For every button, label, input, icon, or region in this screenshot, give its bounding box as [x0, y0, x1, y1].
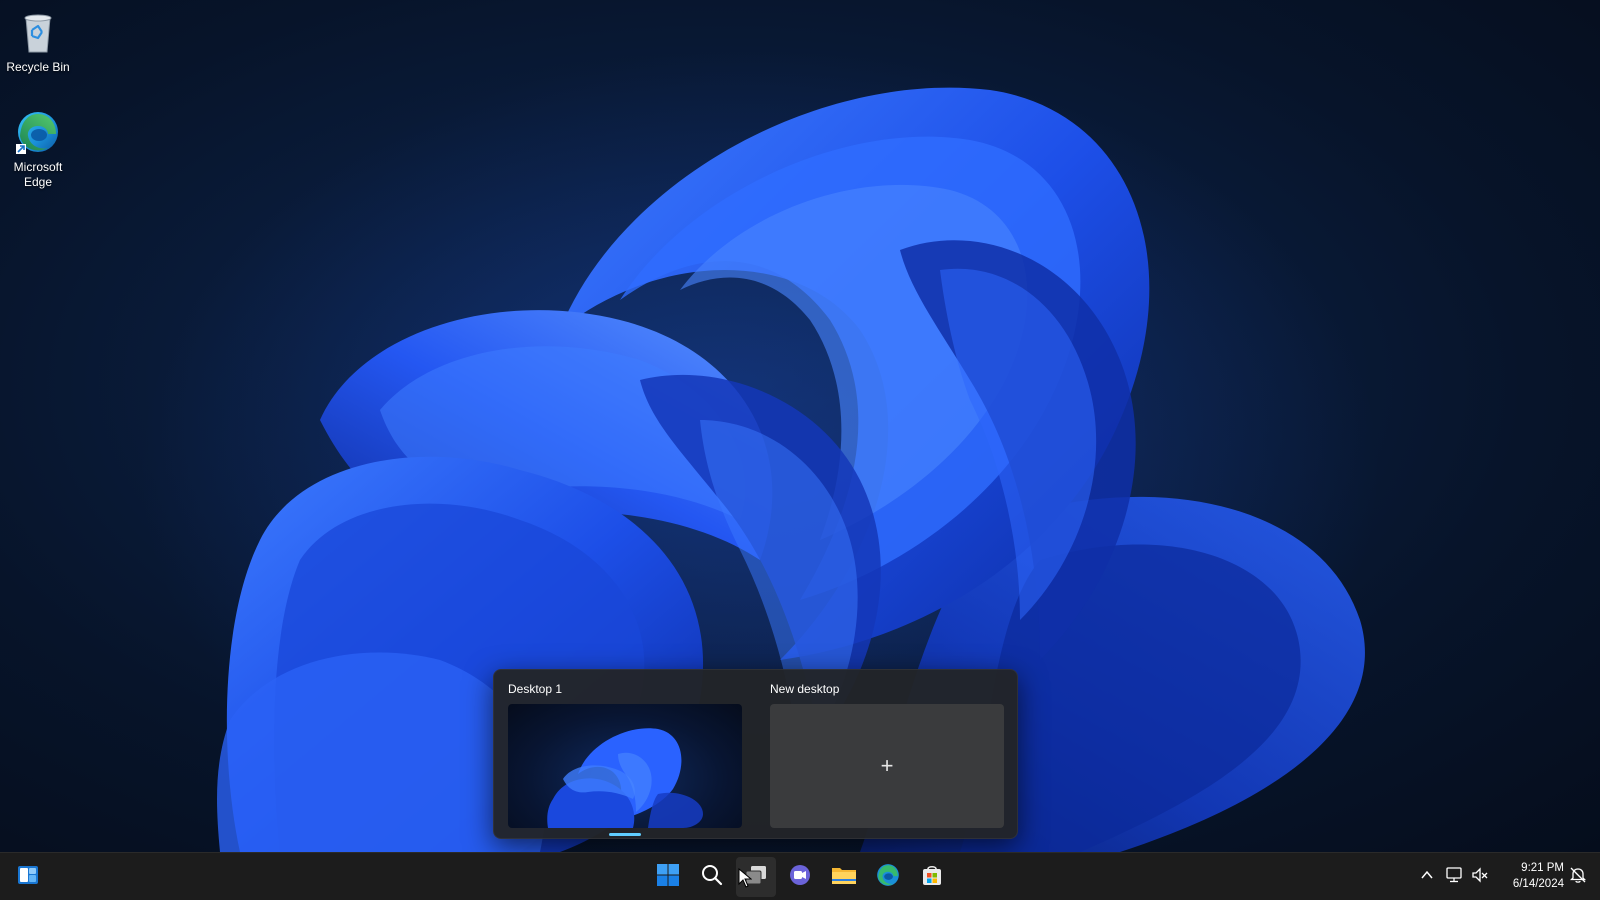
widgets-icon	[16, 863, 40, 892]
network-icon	[1445, 866, 1463, 889]
chevron-up-icon	[1420, 868, 1434, 887]
desktop-icon-label: Microsoft Edge	[13, 160, 63, 189]
virtual-desktops-flyout: Desktop 1 New desktop +	[493, 669, 1018, 839]
search-button[interactable]	[692, 857, 732, 897]
search-icon	[700, 863, 724, 892]
microsoft-store-button[interactable]	[912, 857, 952, 897]
mouse-cursor	[738, 868, 752, 888]
desktop-icon-microsoft-edge[interactable]: Microsoft Edge	[0, 108, 76, 190]
taskbar-clock[interactable]: 9:21 PM 6/14/2024	[1496, 860, 1564, 892]
desktop-icon-recycle-bin[interactable]: Recycle Bin	[0, 8, 76, 75]
plus-icon: +	[880, 753, 894, 778]
volume-icon	[1471, 866, 1489, 889]
start-button[interactable]	[648, 857, 688, 897]
edge-icon	[875, 862, 901, 893]
new-desktop-tile[interactable]: +	[770, 704, 1004, 828]
volume-tray-button[interactable]	[1468, 865, 1492, 889]
recycle-bin-icon	[14, 8, 62, 56]
new-desktop-button[interactable]: New desktop +	[756, 670, 1004, 840]
notification-icon	[1569, 866, 1587, 889]
file-explorer-button[interactable]	[824, 857, 864, 897]
desktop-icon-label: Recycle Bin	[6, 60, 70, 74]
notification-center-button[interactable]	[1566, 865, 1590, 889]
store-icon	[920, 863, 944, 892]
active-desktop-indicator	[609, 833, 641, 836]
virtual-desktop-1[interactable]: Desktop 1	[494, 670, 742, 840]
virtual-desktop-title: Desktop 1	[508, 682, 563, 696]
taskbar: 9:21 PM 6/14/2024	[0, 852, 1600, 900]
clock-date: 6/14/2024	[1512, 878, 1564, 890]
network-tray-button[interactable]	[1442, 865, 1466, 889]
clock-time: 9:21 PM	[1521, 862, 1564, 874]
widgets-button[interactable]	[8, 857, 48, 897]
teams-chat-icon	[788, 863, 812, 892]
edge-taskbar-button[interactable]	[868, 857, 908, 897]
desktop[interactable]: Recycle Bin Microsoft Edge Desktop 1 New…	[0, 0, 1600, 852]
show-hidden-icons-button[interactable]	[1416, 865, 1438, 889]
windows-start-icon	[656, 863, 680, 892]
edge-icon	[14, 108, 62, 156]
folder-icon	[831, 863, 857, 892]
chat-button[interactable]	[780, 857, 820, 897]
virtual-desktop-thumbnail	[508, 704, 742, 828]
virtual-desktop-title: New desktop	[770, 682, 840, 696]
